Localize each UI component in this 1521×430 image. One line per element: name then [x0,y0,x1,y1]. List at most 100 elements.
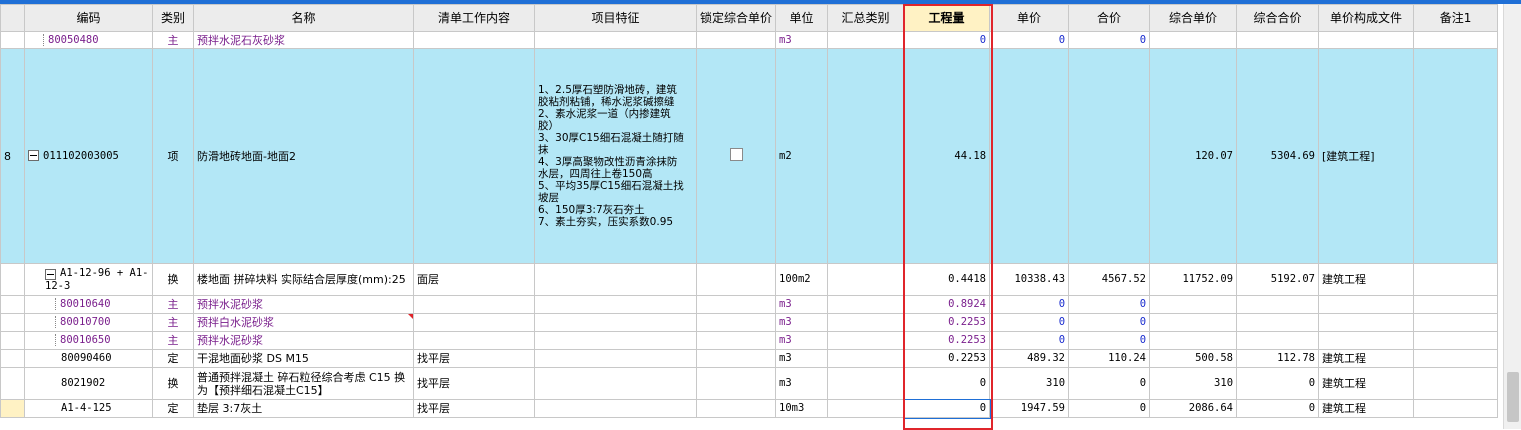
name-cell[interactable]: 预拌白水泥砂浆 [193,313,414,332]
work-cell[interactable] [413,48,535,264]
table-row[interactable]: 80090460 定 干混地面砂浆 DS M15 找平层 m3 0.2253 4… [0,349,1499,368]
comp-price-cell[interactable]: 310 [1149,367,1238,400]
name-cell[interactable]: 预拌水泥石灰砂浆 [193,31,414,49]
lock-cell[interactable] [695,263,777,296]
type-cell[interactable]: 主 [152,331,194,350]
price-cell[interactable]: 0 [989,313,1070,332]
feature-cell[interactable]: 1、2.5厚石塑防滑地砖，建筑 胶粘剂粘铺，稀水泥浆碱擦缝 2、素水泥浆一道（内… [534,48,697,264]
price-file-cell[interactable] [1318,313,1415,332]
name-cell[interactable]: 防滑地砖地面-地面2 [193,48,414,264]
lock-cell[interactable] [695,349,777,368]
comp-total-cell[interactable] [1236,295,1320,314]
note-cell[interactable] [1413,313,1499,332]
comp-total-cell[interactable]: 5304.69 [1236,48,1320,264]
table-row[interactable]: 80010650 主 预拌水泥砂浆 m3 0.2253 0 0 [0,331,1499,350]
price-file-cell[interactable]: [建筑工程] [1318,48,1415,264]
name-cell[interactable]: 预拌水泥砂浆 [193,331,414,350]
quantity-cell[interactable]: 0.4418 [903,263,991,296]
collapse-icon[interactable] [28,150,39,161]
col-header-comp-total[interactable]: 综合合价 [1236,4,1320,32]
price-file-cell[interactable] [1318,295,1415,314]
name-cell[interactable]: 普通预拌混凝土 碎石粒径综合考虑 C15 换为【预拌细石混凝土C15】 [193,367,414,400]
total-cell[interactable]: 110.24 [1068,349,1151,368]
code-cell[interactable]: A1-4-125 [24,399,153,418]
note-cell[interactable] [1413,263,1499,296]
price-file-cell[interactable]: 建筑工程 [1318,399,1415,418]
price-file-cell[interactable]: 建筑工程 [1318,367,1415,400]
table-row-selected[interactable]: 8 011102003005 项 防滑地砖地面-地面2 1、2.5厚石塑防滑地砖… [0,48,1499,264]
col-header-lock[interactable]: 锁定综合单价 [695,4,777,32]
total-cell[interactable]: 0 [1068,31,1151,49]
summary-cell[interactable] [827,313,905,332]
summary-cell[interactable] [827,31,905,49]
comp-price-cell[interactable]: 2086.64 [1149,399,1238,418]
unit-cell[interactable]: m3 [775,349,829,368]
table-row[interactable]: 80010640 主 预拌水泥砂浆 m3 0.8924 0 0 [0,295,1499,314]
col-header-index[interactable] [0,4,25,32]
name-cell[interactable]: 预拌水泥砂浆 [193,295,414,314]
quantity-cell[interactable]: 0 [903,31,991,49]
price-cell[interactable]: 1947.59 [989,399,1070,418]
code-cell[interactable]: 80010640 [24,295,153,314]
feature-cell[interactable] [534,313,697,332]
table-row[interactable]: A1-12-96 + A1-12-3 换 楼地面 拼碎块料 实际结合层厚度(mm… [0,263,1499,296]
summary-cell[interactable] [827,367,905,400]
lock-cell[interactable] [695,48,777,264]
total-cell[interactable]: 0 [1068,295,1151,314]
summary-cell[interactable] [827,48,905,264]
comp-price-cell[interactable]: 11752.09 [1149,263,1238,296]
col-header-total[interactable]: 合价 [1068,4,1151,32]
total-cell[interactable]: 0 [1068,331,1151,350]
lock-cell[interactable] [695,399,777,418]
total-cell[interactable]: 0 [1068,399,1151,418]
table-row[interactable]: 80010700 主 预拌白水泥砂浆 m3 0.2253 0 0 [0,313,1499,332]
quantity-cell[interactable]: 44.18 [903,48,991,264]
unit-cell[interactable]: 100m2 [775,263,829,296]
price-file-cell[interactable] [1318,331,1415,350]
lock-cell[interactable] [695,295,777,314]
col-header-type[interactable]: 类别 [152,4,194,32]
comp-price-cell[interactable] [1149,295,1238,314]
unit-cell[interactable]: m3 [775,313,829,332]
lock-cell[interactable] [695,331,777,350]
type-cell[interactable]: 换 [152,263,194,296]
work-cell[interactable]: 找平层 [413,349,535,368]
comp-price-cell[interactable] [1149,331,1238,350]
lock-cell[interactable] [695,313,777,332]
total-cell[interactable] [1068,48,1151,264]
comp-total-cell[interactable] [1236,313,1320,332]
price-cell[interactable]: 489.32 [989,349,1070,368]
price-cell[interactable]: 310 [989,367,1070,400]
comp-total-cell[interactable]: 0 [1236,367,1320,400]
type-cell[interactable]: 定 [152,399,194,418]
code-cell[interactable]: 80090460 [24,349,153,368]
price-file-cell[interactable] [1318,31,1415,49]
lock-price-checkbox[interactable] [729,148,743,161]
code-cell[interactable]: 80010700 [24,313,153,332]
col-header-price[interactable]: 单价 [989,4,1070,32]
feature-cell[interactable] [534,331,697,350]
type-cell[interactable]: 换 [152,367,194,400]
collapse-icon[interactable] [45,268,56,280]
quantity-cell[interactable]: 0.2253 [903,313,991,332]
lock-cell[interactable] [695,31,777,49]
total-cell[interactable]: 0 [1068,367,1151,400]
name-cell[interactable]: 楼地面 拼碎块料 实际结合层厚度(mm):25 [193,263,414,296]
summary-cell[interactable] [827,331,905,350]
comp-total-cell[interactable] [1236,331,1320,350]
work-cell[interactable]: 找平层 [413,367,535,400]
quantity-cell[interactable]: 0.8924 [903,295,991,314]
name-cell[interactable]: 垫层 3:7灰土 [193,399,414,418]
unit-cell[interactable]: m3 [775,31,829,49]
feature-cell[interactable] [534,349,697,368]
work-cell[interactable] [413,313,535,332]
table-row[interactable]: A1-4-125 定 垫层 3:7灰土 找平层 10m3 0 1947.59 0… [0,398,1499,419]
price-file-cell[interactable]: 建筑工程 [1318,263,1415,296]
lock-cell[interactable] [695,367,777,400]
code-cell[interactable]: A1-12-96 + A1-12-3 [24,263,153,296]
col-header-quantity[interactable]: 工程量 [903,4,991,32]
total-cell[interactable]: 0 [1068,313,1151,332]
note-cell[interactable] [1413,295,1499,314]
col-header-note[interactable]: 备注1 [1413,4,1499,32]
feature-cell[interactable] [534,31,697,49]
